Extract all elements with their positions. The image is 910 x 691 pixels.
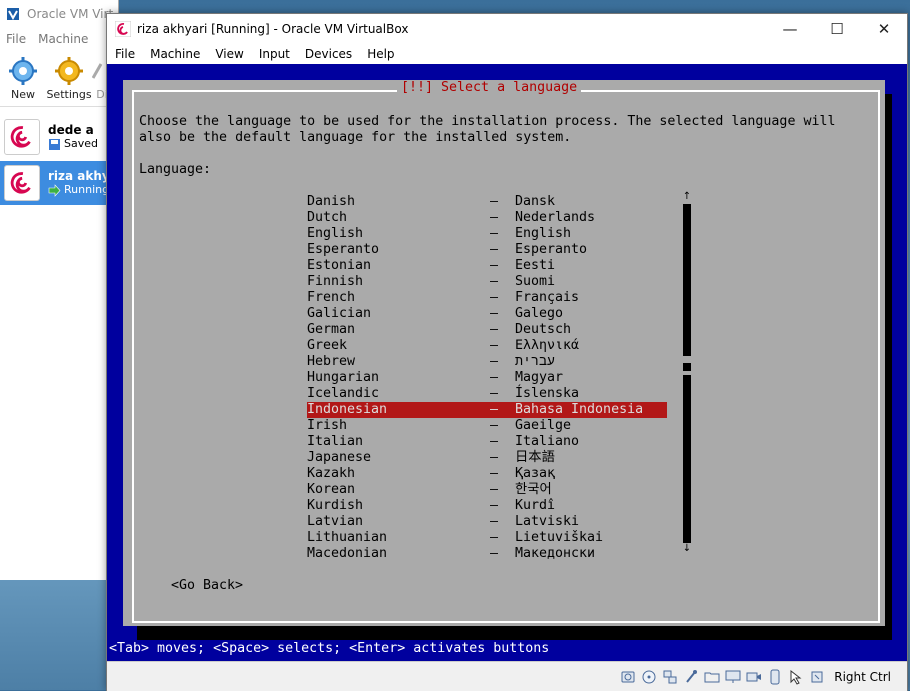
description-line-2: also be the default language for the ins… (139, 130, 572, 145)
language-option[interactable]: Greek – Ελληνικά (307, 338, 667, 354)
language-option[interactable]: Galician – Galego (307, 306, 667, 322)
language-option[interactable]: Hebrew – עברית (307, 354, 667, 370)
manager-menubar: File Machine (0, 28, 118, 50)
language-option[interactable]: Latvian – Latviski (307, 514, 667, 530)
new-button[interactable]: New (0, 50, 46, 101)
menu-file[interactable]: File (115, 47, 135, 61)
description-line-1: Choose the language to be used for the i… (139, 114, 836, 129)
maximize-icon: ☐ (830, 20, 844, 38)
menu-machine[interactable]: Machine (150, 47, 200, 61)
vm-menubar: File Machine View Input Devices Help (107, 44, 907, 64)
language-option[interactable]: Finnish – Suomi (307, 274, 667, 290)
settings-button-label: Settings (46, 88, 92, 101)
vm-screen[interactable]: [!!] Select a language Choose the langua… (107, 64, 907, 661)
vm-name: dede a (48, 123, 94, 137)
manager-toolbar: New Settings Di (0, 50, 118, 107)
running-arrow-icon (48, 183, 61, 197)
mouse-integration-icon[interactable] (788, 669, 804, 685)
minimize-button[interactable]: — (767, 14, 813, 44)
scrollbar-thumb[interactable] (683, 363, 691, 371)
debian-logo-icon (4, 119, 40, 155)
new-button-label: New (11, 88, 35, 101)
display-icon[interactable] (725, 669, 741, 685)
menu-view[interactable]: View (215, 47, 243, 61)
maximize-button[interactable]: ☐ (814, 14, 860, 44)
language-option[interactable]: Italian – Italiano (307, 434, 667, 450)
language-list-scrollbar[interactable]: ↑ ↓ (682, 192, 692, 554)
language-option[interactable]: Esperanto – Esperanto (307, 242, 667, 258)
language-option[interactable]: Dutch – Nederlands (307, 210, 667, 226)
language-option[interactable]: Danish – Dansk (307, 194, 667, 210)
language-option[interactable]: Japanese – 日本語 (307, 450, 667, 466)
vm-title-bar: riza akhyari [Running] - Oracle VM Virtu… (107, 14, 907, 44)
language-option[interactable]: Lithuanian – Lietuviškai (307, 530, 667, 546)
vm-state: Running (64, 183, 110, 196)
language-list: Danish – Dansk Dutch – Nederlands English – En… (307, 194, 667, 562)
capture-icon[interactable] (767, 669, 783, 685)
window-title: riza akhyari [Running] - Oracle VM Virtu… (137, 22, 409, 36)
hard-disk-icon[interactable] (620, 669, 636, 685)
network-icon[interactable] (662, 669, 678, 685)
optical-disk-icon[interactable] (641, 669, 657, 685)
manager-title: Oracle VM Virt (27, 7, 114, 21)
language-option[interactable]: Macedonian – Македонски (307, 546, 667, 562)
usb-icon[interactable] (683, 669, 699, 685)
shared-folder-icon[interactable] (704, 669, 720, 685)
vm-list-item-riza[interactable]: riza akhya Running (0, 161, 118, 205)
manager-menu-machine[interactable]: Machine (38, 32, 88, 46)
manager-title-bar: Oracle VM Virt (0, 0, 118, 28)
language-option-selected[interactable]: Indonesian – Bahasa Indonesia (307, 402, 667, 418)
host-key-label: Right Ctrl (834, 669, 891, 684)
scroll-up-arrow-icon[interactable]: ↑ (682, 192, 692, 202)
menu-devices[interactable]: Devices (305, 47, 352, 61)
language-label: Language: (139, 162, 212, 177)
dialog-title: [!!] Select a language (397, 80, 582, 96)
recording-icon[interactable] (746, 669, 762, 685)
virtualbox-icon (7, 8, 19, 21)
language-option[interactable]: German – Deutsch (307, 322, 667, 338)
keyboard-icon[interactable] (809, 669, 825, 685)
language-option[interactable]: Estonian – Eesti (307, 258, 667, 274)
language-option[interactable]: Kurdish – Kurdî (307, 498, 667, 514)
language-option[interactable]: Korean – 한국어 (307, 482, 667, 498)
language-option[interactable]: English – English (307, 226, 667, 242)
settings-button[interactable]: Settings (46, 50, 92, 101)
scrollbar-track-lower (683, 375, 691, 543)
scroll-down-arrow-icon[interactable]: ↓ (682, 544, 692, 554)
language-option[interactable]: Icelandic – Íslenska (307, 386, 667, 402)
go-back-button[interactable]: <Go Back> (171, 578, 243, 594)
virtualbox-manager-window: Oracle VM Virt File Machine New Settings… (0, 0, 119, 580)
debian-logo-icon (4, 165, 40, 201)
vm-list-item-dede[interactable]: dede a Saved (0, 115, 118, 159)
close-button[interactable]: ✕ (861, 14, 907, 44)
language-option[interactable]: Hungarian – Magyar (307, 370, 667, 386)
manager-menu-file[interactable]: File (6, 32, 26, 46)
language-option[interactable]: French – Français (307, 290, 667, 306)
close-icon: ✕ (877, 20, 891, 38)
vm-status-bar: Right Ctrl (107, 661, 907, 691)
menu-input[interactable]: Input (259, 47, 290, 61)
language-option[interactable]: Irish – Gaeilge (307, 418, 667, 434)
keyboard-hint: <Tab> moves; <Space> selects; <Enter> ac… (109, 641, 550, 656)
menu-help[interactable]: Help (367, 47, 394, 61)
minimize-icon: — (782, 20, 798, 38)
language-option[interactable]: Kazakh – Қазақ (307, 466, 667, 482)
debian-logo-icon (115, 21, 131, 37)
installer-dialog: [!!] Select a language Choose the langua… (123, 80, 885, 626)
new-icon (9, 57, 37, 85)
vm-state: Saved (64, 137, 98, 150)
vm-window: riza akhyari [Running] - Oracle VM Virtu… (106, 13, 908, 691)
scrollbar-track-upper (683, 204, 691, 356)
saved-icon (49, 138, 60, 150)
gear-icon (55, 57, 83, 85)
